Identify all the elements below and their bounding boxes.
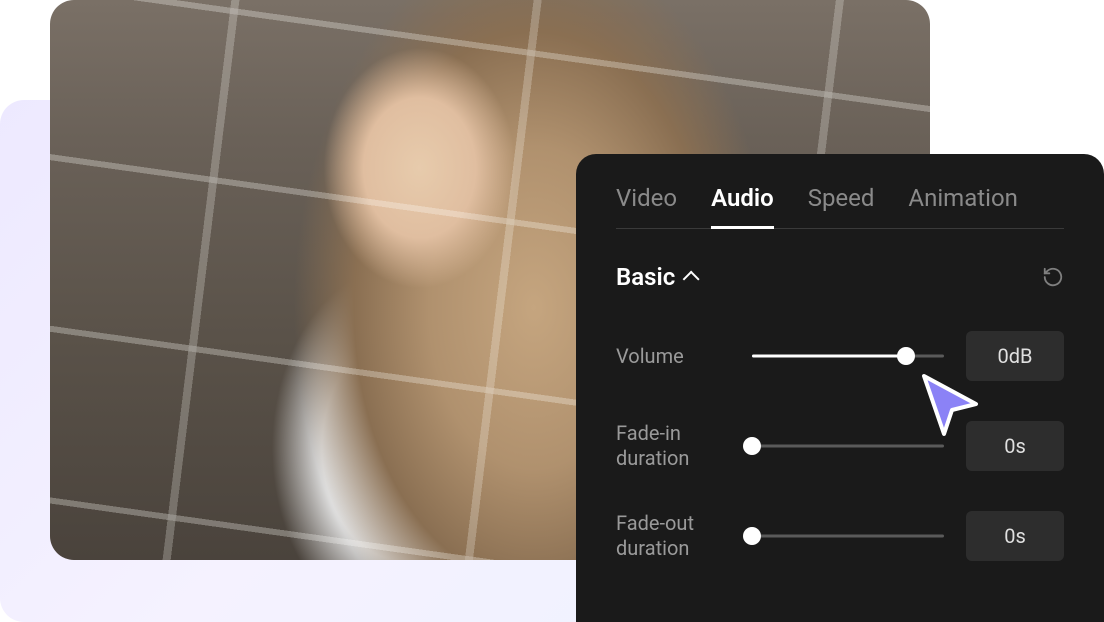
tab-audio[interactable]: Audio bbox=[711, 184, 774, 229]
fade-in-row: Fade-in duration 0s bbox=[616, 421, 1064, 471]
volume-row: Volume 0dB bbox=[616, 331, 1064, 381]
fade-out-row: Fade-out duration 0s bbox=[616, 511, 1064, 561]
section-title-basic[interactable]: Basic bbox=[616, 263, 695, 291]
section-title-label: Basic bbox=[616, 263, 675, 291]
reset-icon[interactable] bbox=[1042, 266, 1064, 288]
fade-in-label: Fade-in duration bbox=[616, 421, 730, 471]
chevron-up-icon bbox=[683, 271, 700, 288]
volume-value[interactable]: 0dB bbox=[966, 331, 1064, 381]
volume-slider[interactable] bbox=[752, 344, 944, 368]
tab-animation[interactable]: Animation bbox=[908, 184, 1017, 229]
audio-settings-panel: Video Audio Speed Animation Basic Volume… bbox=[576, 154, 1104, 622]
fade-in-slider[interactable] bbox=[752, 434, 944, 458]
fade-out-slider[interactable] bbox=[752, 524, 944, 548]
fade-in-value[interactable]: 0s bbox=[966, 421, 1064, 471]
tab-video[interactable]: Video bbox=[616, 184, 677, 229]
fade-out-label: Fade-out duration bbox=[616, 511, 730, 561]
tab-speed[interactable]: Speed bbox=[808, 184, 875, 229]
volume-label: Volume bbox=[616, 344, 730, 369]
fade-out-value[interactable]: 0s bbox=[966, 511, 1064, 561]
tabs-bar: Video Audio Speed Animation bbox=[616, 184, 1064, 229]
section-header: Basic bbox=[616, 263, 1064, 291]
